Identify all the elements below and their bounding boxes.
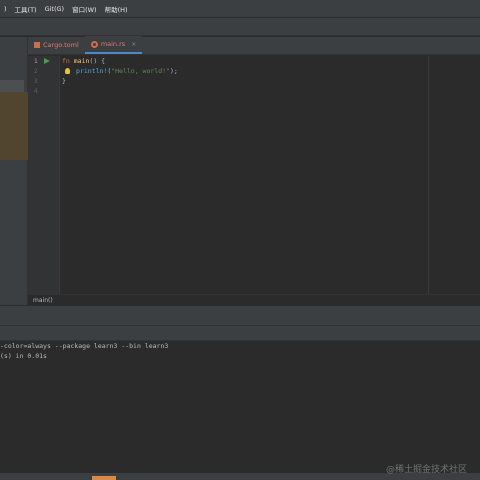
project-tree-selected-row[interactable] xyxy=(0,80,24,92)
string-literal: "Hello, world!" xyxy=(111,67,170,75)
toml-file-icon xyxy=(34,42,40,48)
code-editor[interactable]: fn main() { println!("Hello, world!"); } xyxy=(61,56,480,294)
code-punct: () { xyxy=(89,57,106,65)
right-margin-guide xyxy=(428,56,429,294)
menu-item-help[interactable]: 帮助(H) xyxy=(101,4,132,14)
editor-gutter[interactable]: 1 2 3 4 xyxy=(28,56,60,294)
project-tree-highlight xyxy=(0,92,28,160)
run-console[interactable]: -color=always --package learn3 --bin lea… xyxy=(0,341,480,473)
console-line: -color=always --package learn3 --bin lea… xyxy=(0,342,169,350)
macro-println: println! xyxy=(76,67,108,75)
status-indicator xyxy=(92,476,116,480)
menu-item-tools[interactable]: 工具(T) xyxy=(11,4,41,14)
line-number: 1 xyxy=(34,58,38,65)
close-tab-icon[interactable]: × xyxy=(131,41,136,48)
code-line-2[interactable]: println!("Hello, world!"); xyxy=(76,67,178,75)
tab-cargo-toml[interactable]: Cargo.toml xyxy=(28,36,85,54)
line-number: 2 xyxy=(34,68,38,75)
menu-item-git[interactable]: Git(G) xyxy=(41,5,69,13)
run-icon[interactable] xyxy=(44,58,50,64)
line-number: 3 xyxy=(34,78,38,85)
line-number: 4 xyxy=(34,88,38,95)
tab-main-rs[interactable]: main.rs × xyxy=(84,36,143,54)
tab-label: Cargo.toml xyxy=(43,41,79,49)
run-tool-window-tabs xyxy=(0,325,480,341)
rust-file-icon xyxy=(90,40,98,48)
console-line: (s) in 0.01s xyxy=(0,352,47,360)
lightbulb-icon[interactable] xyxy=(65,68,70,74)
project-panel[interactable] xyxy=(0,37,28,305)
watermark: @稀土掘金技术社区 xyxy=(386,465,468,475)
code-line-3[interactable]: } xyxy=(62,77,66,85)
tab-label: main.rs xyxy=(100,40,126,48)
menu-bar: ) 工具(T) Git(G) 窗口(W) 帮助(H) xyxy=(0,0,480,18)
run-tool-window-header xyxy=(0,305,480,325)
editor-tab-bar: Cargo.toml main.rs × xyxy=(28,36,480,55)
keyword-fn: fn xyxy=(62,57,70,65)
navigation-toolbar xyxy=(0,18,480,36)
function-name: main xyxy=(73,57,90,65)
menu-item-partial[interactable]: ) xyxy=(0,5,11,13)
code-line-1[interactable]: fn main() { xyxy=(62,57,105,65)
code-punct: ); xyxy=(169,67,178,75)
menu-item-window[interactable]: 窗口(W) xyxy=(68,4,101,14)
breadcrumb[interactable]: main() xyxy=(28,294,480,305)
